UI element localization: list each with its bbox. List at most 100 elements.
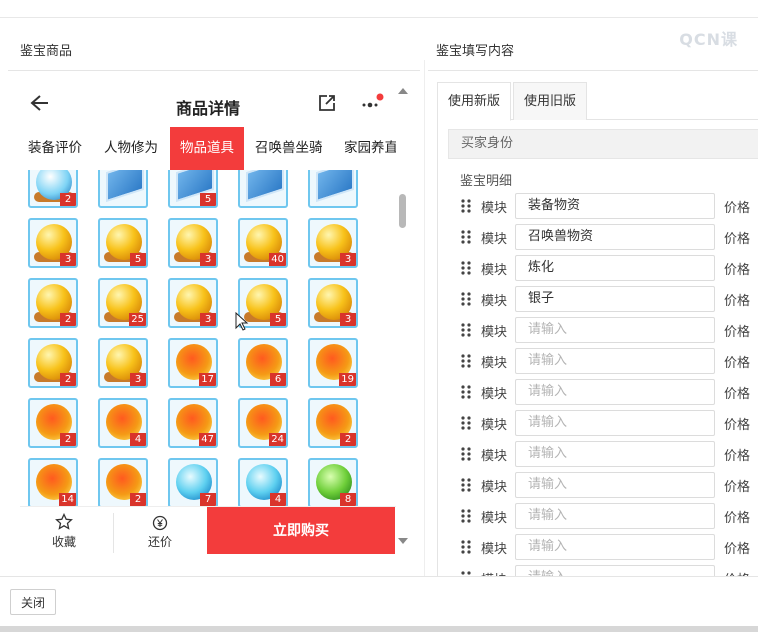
item-cell[interactable]: 17	[168, 338, 218, 388]
tab-character[interactable]: 人物修为	[104, 127, 158, 170]
watermark-logo: QCN课	[679, 30, 738, 49]
window-bottom-strip	[0, 626, 758, 632]
item-cell[interactable]: 3	[98, 338, 148, 388]
item-cell[interactable]: 4	[238, 458, 288, 506]
item-cell[interactable]: 2	[28, 278, 78, 328]
price-label: 价格	[724, 418, 751, 433]
module-input[interactable]: 请输入	[515, 503, 715, 529]
drag-handle-icon[interactable]	[460, 198, 472, 214]
drag-handle-icon[interactable]	[460, 384, 472, 400]
module-row: 模块 召唤兽物资 价格	[460, 224, 758, 250]
module-label: 模块	[481, 294, 508, 309]
module-input[interactable]: 请输入	[515, 472, 715, 498]
scroll-up-arrow-icon[interactable]	[398, 88, 408, 94]
item-cell[interactable]: 4	[98, 398, 148, 448]
counter-offer-button[interactable]: 还价	[138, 515, 182, 550]
share-icon[interactable]	[317, 93, 337, 113]
drag-handle-icon[interactable]	[460, 415, 472, 431]
module-row: 模块 装备物资 价格	[460, 193, 758, 219]
item-count-badge: 3	[130, 373, 146, 386]
price-label: 价格	[724, 449, 751, 464]
price-label: 价格	[724, 480, 751, 495]
left-panel-divider	[8, 70, 420, 71]
module-label: 模块	[481, 449, 508, 464]
scroll-down-arrow-icon[interactable]	[398, 538, 408, 544]
item-cell[interactable]: 8	[308, 458, 358, 506]
drag-handle-icon[interactable]	[460, 229, 472, 245]
module-row: 模块 请输入 价格	[460, 565, 758, 576]
item-count-badge: 5	[200, 193, 216, 206]
item-cell[interactable]: 3	[308, 218, 358, 268]
drag-handle-icon[interactable]	[460, 477, 472, 493]
price-label: 价格	[724, 232, 751, 247]
buyer-identity-section[interactable]: 买家身份	[448, 129, 758, 159]
favorite-button[interactable]: 收藏	[42, 513, 86, 550]
module-input[interactable]: 请输入	[515, 379, 715, 405]
item-cell[interactable]: 3	[168, 218, 218, 268]
item-cell[interactable]: 5	[98, 218, 148, 268]
item-cell[interactable]: 47	[168, 398, 218, 448]
module-row: 模块 银子 价格	[460, 286, 758, 312]
item-count-badge: 25	[129, 313, 146, 326]
module-input[interactable]: 炼化	[515, 255, 715, 281]
item-cell[interactable]: 3	[168, 278, 218, 328]
item-cell[interactable]: 14	[28, 458, 78, 506]
more-icon[interactable]	[360, 92, 384, 114]
close-button[interactable]: 关闭	[10, 589, 56, 615]
item-cell[interactable]	[238, 170, 288, 208]
action-separator	[113, 513, 114, 553]
item-cell[interactable]: 5	[168, 170, 218, 208]
drag-handle-icon[interactable]	[460, 446, 472, 462]
module-input[interactable]: 请输入	[515, 565, 715, 576]
form-version-tabs: 使用新版 使用旧版	[437, 82, 758, 121]
tab-items[interactable]: 物品道具	[170, 127, 244, 170]
drag-handle-icon[interactable]	[460, 508, 472, 524]
module-input[interactable]: 请输入	[515, 534, 715, 560]
item-count-badge: 4	[130, 433, 146, 446]
item-cell[interactable]: 6	[238, 338, 288, 388]
bottom-action-bar: 收藏 还价 立即购买	[20, 506, 396, 558]
item-cell[interactable]: 2	[308, 398, 358, 448]
module-input[interactable]: 请输入	[515, 348, 715, 374]
module-input[interactable]: 请输入	[515, 441, 715, 467]
drag-handle-icon[interactable]	[460, 322, 472, 338]
tab-pets-mounts[interactable]: 召唤兽坐骑	[255, 127, 323, 170]
scroll-thumb[interactable]	[399, 194, 406, 228]
module-input[interactable]: 召唤兽物资	[515, 224, 715, 250]
item-cell[interactable]	[308, 170, 358, 208]
item-count-badge: 3	[60, 253, 76, 266]
item-cell[interactable]	[98, 170, 148, 208]
drag-handle-icon[interactable]	[460, 353, 472, 369]
item-cell[interactable]: 25	[98, 278, 148, 328]
right-panel-divider	[428, 70, 758, 71]
item-cell[interactable]: 3	[28, 218, 78, 268]
buy-now-button[interactable]: 立即购买	[207, 507, 395, 554]
dialog-footer: 关闭	[0, 576, 758, 632]
item-cell[interactable]: 24	[238, 398, 288, 448]
tab-old-version[interactable]: 使用旧版	[513, 82, 587, 120]
item-cell[interactable]: 2	[28, 170, 78, 208]
item-cell[interactable]: 2	[28, 398, 78, 448]
item-count-badge: 2	[130, 493, 146, 506]
module-label: 模块	[481, 263, 508, 278]
skill-book-icon	[316, 170, 354, 203]
module-input[interactable]: 请输入	[515, 317, 715, 343]
module-input[interactable]: 银子	[515, 286, 715, 312]
item-cell[interactable]: 3	[308, 278, 358, 328]
preview-scrollbar[interactable]	[396, 86, 410, 552]
drag-handle-icon[interactable]	[460, 260, 472, 276]
module-input[interactable]: 装备物资	[515, 193, 715, 219]
tab-new-version[interactable]: 使用新版	[437, 82, 511, 121]
item-cell[interactable]: 2	[98, 458, 148, 506]
drag-handle-icon[interactable]	[460, 539, 472, 555]
tab-home[interactable]: 家园养直	[344, 127, 396, 170]
item-cell[interactable]: 2	[28, 338, 78, 388]
drag-handle-icon[interactable]	[460, 291, 472, 307]
item-cell[interactable]: 40	[238, 218, 288, 268]
module-input[interactable]: 请输入	[515, 410, 715, 436]
item-cell[interactable]: 19	[308, 338, 358, 388]
item-cell[interactable]: 7	[168, 458, 218, 506]
item-count-badge: 19	[339, 373, 356, 386]
module-label: 模块	[481, 418, 508, 433]
tab-equipment[interactable]: 装备评价	[28, 127, 82, 170]
